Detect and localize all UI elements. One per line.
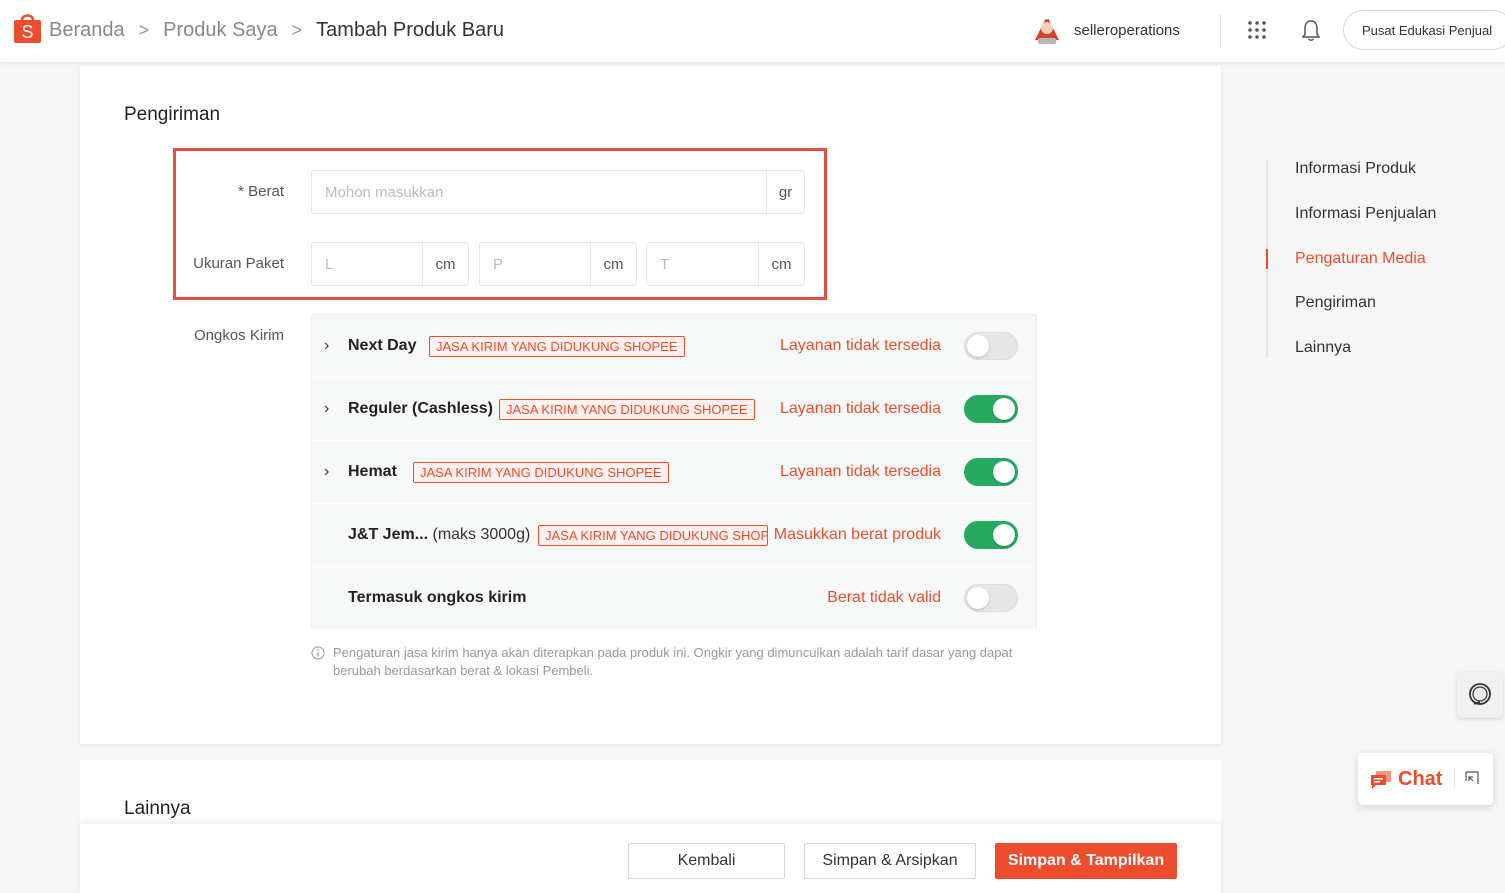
shipping-section-title: Pengiriman <box>124 104 221 125</box>
shipping-name: Termasuk ongkos kirim <box>348 589 527 606</box>
height-unit: cm <box>758 243 804 285</box>
shipping-cost-label: Ongkos Kirim <box>193 327 284 344</box>
breadcrumb: Beranda > Produk Saya > Tambah Produk Ba… <box>49 19 504 42</box>
shipping-name: J&T Jem... (maks 3000g) <box>348 526 530 544</box>
shipping-card: Pengiriman * Berat Mohon masukkan gr Uku… <box>80 66 1221 744</box>
shipping-status: Berat tidak valid <box>827 589 941 606</box>
shipping-name: Reguler (Cashless) <box>348 400 493 417</box>
nav-item-media-settings[interactable]: Pengaturan Media <box>1295 250 1426 268</box>
shipping-status: Masukkan berat produk <box>773 526 941 543</box>
bell-icon[interactable] <box>1300 18 1322 42</box>
supported-tag: JASA KIRIM YANG DIDUKUNG SHOPEE <box>429 335 685 357</box>
width-placeholder: P <box>493 255 504 273</box>
length-placeholder: L <box>325 255 334 273</box>
user-menu[interactable]: selleroperations <box>1032 14 1180 46</box>
shipping-row-reguler: › Reguler (Cashless) JASA KIRIM YANG DID… <box>312 378 1036 441</box>
other-section-title: Lainnya <box>124 798 191 819</box>
save-archive-button[interactable]: Simpan & Arsipkan <box>804 843 976 879</box>
breadcrumb-home[interactable]: Beranda <box>49 19 125 42</box>
support-button[interactable] <box>1457 672 1503 718</box>
top-header: S Beranda > Produk Saya > Tambah Produk … <box>0 0 1505 62</box>
width-field[interactable]: P cm <box>479 242 637 286</box>
shipping-options-table: › Next Day JASA KIRIM YANG DIDUKUNG SHOP… <box>311 314 1037 630</box>
shipping-toggle[interactable] <box>964 458 1018 486</box>
avatar <box>1035 14 1059 44</box>
shipping-status: Layanan tidak tersedia <box>780 337 941 354</box>
nav-active-indicator <box>1266 249 1268 269</box>
shipping-note-text: Pengaturan jasa kirim hanya akan diterap… <box>333 645 1013 678</box>
shipping-name-main: J&T Jem... <box>348 526 429 543</box>
toggle-knob <box>967 587 989 609</box>
breadcrumb-current: Tambah Produk Baru <box>316 19 505 41</box>
username: selleroperations <box>1074 21 1180 39</box>
nav-item-product-info[interactable]: Informasi Produk <box>1295 160 1416 178</box>
shipping-row-hemat: › Hemat JASA KIRIM YANG DIDUKUNG SHOPEE … <box>312 441 1036 504</box>
height-placeholder: T <box>660 255 670 273</box>
chat-label: Chat <box>1398 768 1443 790</box>
toggle-knob <box>993 524 1015 546</box>
shipping-status: Layanan tidak tersedia <box>780 463 941 480</box>
chevron-right-icon[interactable]: › <box>324 400 334 418</box>
shipping-toggle[interactable] <box>964 521 1018 549</box>
shipping-row-next-day: › Next Day JASA KIRIM YANG DIDUKUNG SHOP… <box>312 315 1036 378</box>
package-size-label: Ukuran Paket <box>193 255 284 272</box>
shipping-note: Pengaturan jasa kirim hanya akan diterap… <box>311 644 1051 680</box>
breadcrumb-separator: > <box>138 20 150 40</box>
nav-item-sales-info[interactable]: Informasi Penjualan <box>1295 205 1436 223</box>
height-field[interactable]: T cm <box>646 242 805 286</box>
shipping-status: Layanan tidak tersedia <box>780 400 941 417</box>
weight-label: * Berat <box>238 183 284 200</box>
shopee-logo-icon[interactable]: S <box>13 10 42 44</box>
apps-grid-icon[interactable] <box>1247 20 1267 40</box>
headset-icon <box>1469 683 1491 705</box>
chevron-right-icon[interactable]: › <box>324 337 334 355</box>
breadcrumb-separator: > <box>291 20 303 40</box>
shipping-row-included: Termasuk ongkos kirim Berat tidak valid <box>312 567 1036 630</box>
shipping-name: Hemat <box>348 463 397 480</box>
supported-tag: JASA KIRIM YANG DIDUKUNG SHOPEE <box>538 524 768 546</box>
supported-tag: JASA KIRIM YANG DIDUKUNG SHOPEE <box>499 398 755 420</box>
weight-unit: gr <box>766 171 804 213</box>
shipping-toggle[interactable] <box>964 584 1018 612</box>
toggle-knob <box>993 398 1015 420</box>
back-button[interactable]: Kembali <box>628 843 785 879</box>
weight-field[interactable]: Mohon masukkan gr <box>311 170 805 214</box>
shipping-max-weight: (maks 3000g) <box>432 526 531 543</box>
seller-education-button[interactable]: Pusat Edukasi Penjual <box>1343 10 1505 50</box>
nav-item-shipping[interactable]: Pengiriman <box>1295 294 1376 312</box>
save-show-button[interactable]: Simpan & Tampilkan <box>995 843 1177 879</box>
header-divider <box>1220 14 1221 48</box>
breadcrumb-my-products[interactable]: Produk Saya <box>163 19 278 42</box>
nav-item-other[interactable]: Lainnya <box>1295 339 1351 357</box>
shipping-name: Next Day <box>348 337 417 354</box>
shipping-toggle[interactable] <box>964 332 1018 360</box>
footer-action-bar: Kembali Simpan & Arsipkan Simpan & Tampi… <box>80 824 1221 893</box>
supported-tag: JASA KIRIM YANG DIDUKUNG SHOPEE <box>413 461 669 483</box>
length-unit: cm <box>422 243 468 285</box>
chat-bubble-icon <box>1371 771 1391 789</box>
chevron-right-icon[interactable]: › <box>324 463 334 481</box>
info-icon <box>311 646 325 660</box>
toggle-knob <box>967 335 989 357</box>
toggle-knob <box>993 461 1015 483</box>
shipping-toggle[interactable] <box>964 395 1018 423</box>
svg-text:S: S <box>21 22 33 42</box>
width-unit: cm <box>590 243 636 285</box>
minimize-icon[interactable] <box>1465 771 1479 785</box>
shipping-row-jnt: J&T Jem... (maks 3000g) JASA KIRIM YANG … <box>312 504 1036 567</box>
length-field[interactable]: L cm <box>311 242 469 286</box>
chat-widget[interactable]: Chat <box>1358 753 1493 805</box>
weight-placeholder: Mohon masukkan <box>325 183 444 201</box>
chat-divider <box>1454 769 1455 789</box>
